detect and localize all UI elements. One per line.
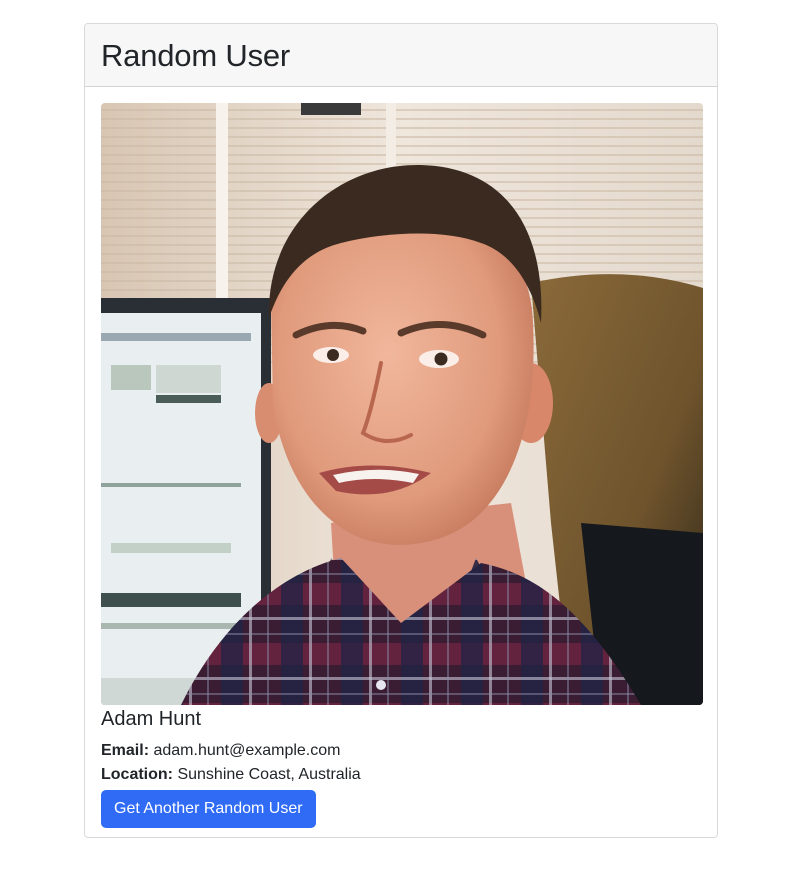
location-value: Sunshine Coast, Australia — [177, 766, 361, 783]
random-user-card: Random User Adam Hunt Email: adam.hunt@e… — [84, 23, 718, 838]
location-label: Location: — [101, 766, 173, 783]
email-label: Email: — [101, 742, 150, 759]
card-title: Random User — [101, 37, 291, 73]
email-value: adam.hunt@example.com — [153, 742, 341, 759]
user-photo — [101, 103, 703, 705]
card-header: Random User — [85, 24, 717, 87]
user-info: Email: adam.hunt@example.com Location: S… — [101, 739, 701, 787]
email-row: Email: adam.hunt@example.com — [101, 739, 701, 763]
get-another-user-button[interactable]: Get Another Random User — [101, 790, 316, 828]
card-body: Adam Hunt Email: adam.hunt@example.com L… — [85, 87, 717, 837]
user-name: Adam Hunt — [101, 708, 202, 730]
location-row: Location: Sunshine Coast, Australia — [101, 763, 701, 787]
